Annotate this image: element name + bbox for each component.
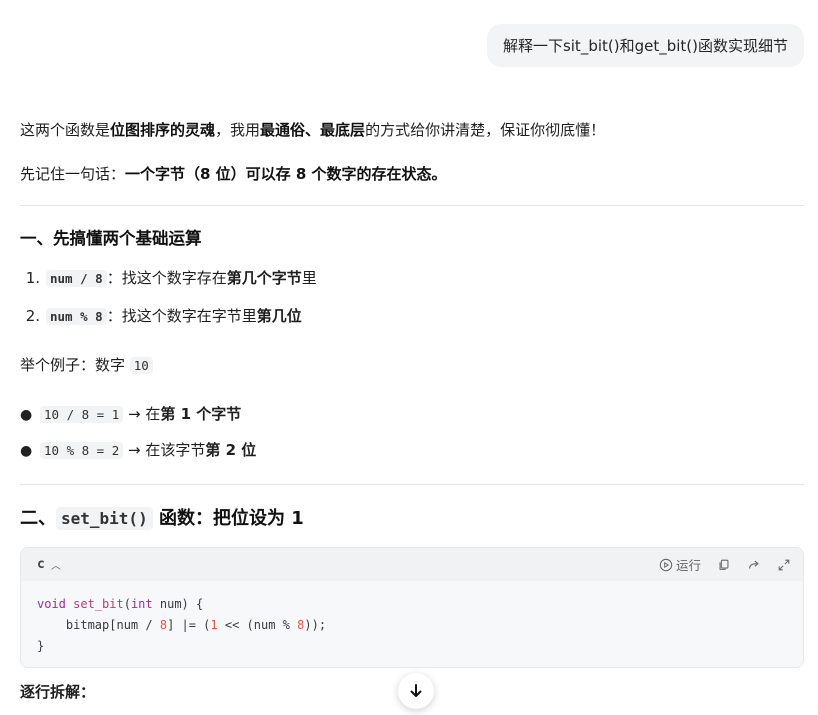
remember-text: 先记住一句话：	[20, 165, 126, 183]
inline-code: 10	[129, 357, 153, 374]
list-bold: 第几个字节	[226, 269, 302, 287]
list-text: ：找这个数字在字节里	[106, 307, 257, 325]
list-text: 里	[301, 269, 317, 287]
code-function: set_bit	[73, 597, 124, 611]
inline-code: num / 8	[46, 270, 107, 287]
expand-icon	[778, 559, 790, 570]
code-keyword: int	[130, 597, 153, 611]
play-circle-icon	[659, 558, 673, 571]
share-button[interactable]	[747, 558, 761, 572]
bullet-text: → 在	[123, 405, 161, 423]
remember-paragraph: 先记住一句话：一个字节（8 位）可以存 8 个数字的存在状态。	[20, 163, 447, 185]
code-block: c ︿ 运行 void set_bit(int num) { bitmap[nu…	[20, 547, 804, 668]
inline-code: num % 8	[46, 308, 107, 325]
intro-text: 这两个函数是	[20, 121, 111, 139]
ordered-list-item: 1. num / 8 ：找这个数字存在第几个字节里	[20, 267, 317, 290]
heading-text: 函数：把位设为 1	[152, 508, 304, 529]
intro-bold: 位图排序的灵魂	[110, 121, 216, 139]
code-text: }	[37, 639, 45, 653]
arrow-down-icon	[410, 684, 422, 697]
code-number: 1	[210, 618, 218, 632]
intro-paragraph: 这两个函数是位图排序的灵魂，我用最通俗、最底层的方式给你讲清楚，保证你彻底懂！	[20, 119, 605, 141]
inline-code: 10 % 8 = 2	[40, 442, 124, 459]
user-message-bubble: 解释一下sit_bit()和get_bit()函数实现细节	[486, 24, 804, 67]
bullet-text: → 在该字节	[123, 441, 206, 459]
example-paragraph: 举个例子：数字 10	[20, 354, 153, 377]
code-text: bitmap[num /	[37, 618, 160, 632]
bullet-bold: 第 1 个字节	[160, 405, 242, 423]
chevron-up-icon[interactable]: ︿	[51, 557, 61, 572]
bullet-item: ● 10 / 8 = 1 → 在第 1 个字节	[20, 403, 241, 426]
intro-text: ，我用	[215, 121, 261, 139]
bullet-dot-icon: ●	[20, 443, 33, 459]
intro-text: 的方式给你讲清楚，保证你彻底懂！	[365, 121, 606, 139]
expand-button[interactable]	[777, 558, 791, 572]
remember-bold: 一个字节（8 位）可以存 8 个数字的存在状态。	[125, 165, 447, 183]
scroll-to-bottom-button[interactable]	[398, 673, 434, 709]
section1-heading: 一、先搞懂两个基础运算	[20, 229, 202, 248]
bullet-bold: 第 2 位	[205, 441, 257, 459]
intro-bold: 最通俗、最底层	[260, 121, 366, 139]
ordered-list-item: 2. num % 8 ：找这个数字在字节里第几位	[20, 305, 302, 328]
section2-heading: 二、 set_bit() 函数：把位设为 1	[20, 506, 304, 532]
user-message-text: 解释一下sit_bit()和get_bit()函数实现细节	[502, 37, 788, 55]
code-text: num) {	[152, 597, 204, 611]
breakdown-heading: 逐行拆解：	[20, 683, 96, 701]
bullet-dot-icon: ●	[20, 407, 33, 423]
code-keyword: void	[37, 597, 66, 611]
code-block-header: c ︿ 运行	[21, 548, 803, 581]
code-text: ));	[304, 618, 327, 632]
list-number: 2.	[25, 307, 40, 325]
heading-text: 二、	[20, 508, 56, 529]
copy-icon	[719, 559, 729, 570]
list-bold: 第几位	[256, 307, 302, 325]
bullet-item: ● 10 % 8 = 2 → 在该字节第 2 位	[20, 439, 256, 462]
code-content[interactable]: void set_bit(int num) { bitmap[num / 8] …	[21, 581, 803, 667]
code-number: 8	[159, 618, 168, 632]
run-label: 运行	[675, 558, 701, 573]
code-language-label: c	[37, 557, 45, 572]
code-text: ] |= (	[167, 618, 211, 632]
example-text: 举个例子：数字	[20, 356, 130, 374]
divider	[20, 484, 804, 485]
list-number: 1.	[25, 269, 40, 287]
run-button[interactable]: 运行	[659, 555, 701, 574]
copy-button[interactable]	[717, 558, 731, 572]
divider	[20, 205, 804, 206]
code-text: << (num %	[217, 618, 298, 632]
share-arrow-icon	[749, 560, 759, 569]
list-text: ：找这个数字存在	[106, 269, 227, 287]
inline-code: 10 / 8 = 1	[40, 406, 124, 423]
inline-code: set_bit()	[56, 507, 153, 530]
